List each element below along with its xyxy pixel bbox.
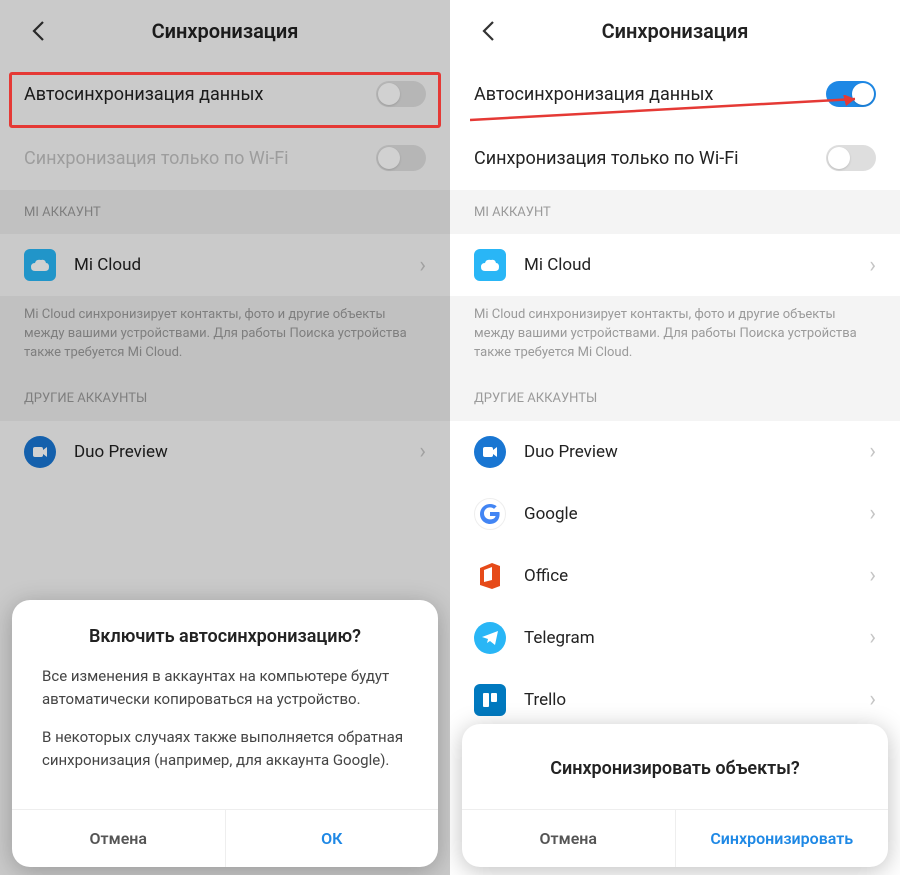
section-mi-account: MI АККАУНТ (450, 190, 900, 234)
chevron-right-icon: › (869, 501, 876, 526)
autosync-dialog: Включить автосинхронизацию? Все изменени… (12, 600, 438, 867)
mi-cloud-row[interactable]: Mi Cloud › (0, 234, 450, 296)
header: Синхронизация (0, 0, 450, 62)
office-label: Office (524, 566, 869, 586)
trello-label: Trello (524, 690, 869, 710)
cloud-icon (24, 249, 56, 281)
wifi-sync-label: Синхронизация только по Wi-Fi (24, 148, 376, 169)
autosync-label: Автосинхронизация данных (24, 84, 376, 105)
header: Синхронизация (450, 0, 900, 62)
autosync-row[interactable]: Автосинхронизация данных (0, 62, 450, 126)
autosync-label: Автосинхронизация данных (474, 84, 826, 105)
cancel-button[interactable]: Отмена (12, 810, 225, 867)
chevron-right-icon: › (419, 439, 426, 464)
section-other-accounts: ДРУГИЕ АККАУНТЫ (450, 377, 900, 421)
office-icon (474, 560, 506, 592)
chevron-right-icon: › (869, 687, 876, 712)
cancel-button[interactable]: Отмена (462, 810, 675, 867)
duo-row[interactable]: Duo Preview › (450, 421, 900, 483)
duo-icon (474, 436, 506, 468)
office-row[interactable]: Office › (450, 545, 900, 607)
dialog-title: Синхронизировать объекты? (462, 724, 888, 809)
mi-cloud-label: Mi Cloud (74, 255, 419, 275)
chevron-right-icon: › (869, 625, 876, 650)
dialog-actions: Отмена Синхронизировать (462, 809, 888, 867)
duo-icon (24, 436, 56, 468)
mi-cloud-label: Mi Cloud (524, 255, 869, 275)
page-title: Синхронизация (450, 19, 900, 43)
chevron-right-icon: › (869, 253, 876, 278)
dialog-actions: Отмена ОК (12, 809, 438, 867)
left-screenshot: Синхронизация Автосинхронизация данных С… (0, 0, 450, 875)
trello-row[interactable]: Trello › (450, 669, 900, 731)
wifi-sync-label: Синхронизация только по Wi-Fi (474, 148, 826, 169)
section-other-accounts: ДРУГИЕ АККАУНТЫ (0, 377, 450, 421)
wifi-sync-row: Синхронизация только по Wi-Fi (450, 126, 900, 190)
google-row[interactable]: Google › (450, 483, 900, 545)
trello-icon (474, 684, 506, 716)
google-icon (474, 498, 506, 530)
sync-button[interactable]: Синхронизировать (675, 810, 889, 867)
duo-row[interactable]: Duo Preview › (0, 421, 450, 483)
wifi-sync-toggle (826, 145, 876, 171)
dialog-paragraph-1: Все изменения в аккаунтах на компьютере … (42, 665, 408, 710)
chevron-right-icon: › (869, 439, 876, 464)
telegram-row[interactable]: Telegram › (450, 607, 900, 669)
chevron-right-icon: › (869, 563, 876, 588)
autosync-toggle[interactable] (826, 81, 876, 107)
cloud-icon (474, 249, 506, 281)
autosync-row[interactable]: Автосинхронизация данных (450, 62, 900, 126)
autosync-toggle[interactable] (376, 81, 426, 107)
sync-dialog: Синхронизировать объекты? Отмена Синхрон… (462, 724, 888, 867)
mi-cloud-description: Mi Cloud синхронизирует контакты, фото и… (450, 296, 900, 377)
wifi-sync-toggle (376, 145, 426, 171)
section-mi-account: MI АККАУНТ (0, 190, 450, 234)
google-label: Google (524, 504, 869, 524)
right-screenshot: Синхронизация Автосинхронизация данных С… (450, 0, 900, 875)
dialog-title: Включить автосинхронизацию? (12, 600, 438, 665)
mi-cloud-row[interactable]: Mi Cloud › (450, 234, 900, 296)
telegram-label: Telegram (524, 628, 869, 648)
ok-button[interactable]: ОК (225, 810, 439, 867)
wifi-sync-row: Синхронизация только по Wi-Fi (0, 126, 450, 190)
chevron-right-icon: › (419, 253, 426, 278)
dialog-body: Все изменения в аккаунтах на компьютере … (12, 665, 438, 809)
page-title: Синхронизация (0, 19, 450, 43)
duo-label: Duo Preview (524, 442, 869, 462)
mi-cloud-description: Mi Cloud синхронизирует контакты, фото и… (0, 296, 450, 377)
dialog-paragraph-2: В некоторых случаях также выполняется об… (42, 726, 408, 771)
telegram-icon (474, 622, 506, 654)
duo-label: Duo Preview (74, 442, 419, 462)
